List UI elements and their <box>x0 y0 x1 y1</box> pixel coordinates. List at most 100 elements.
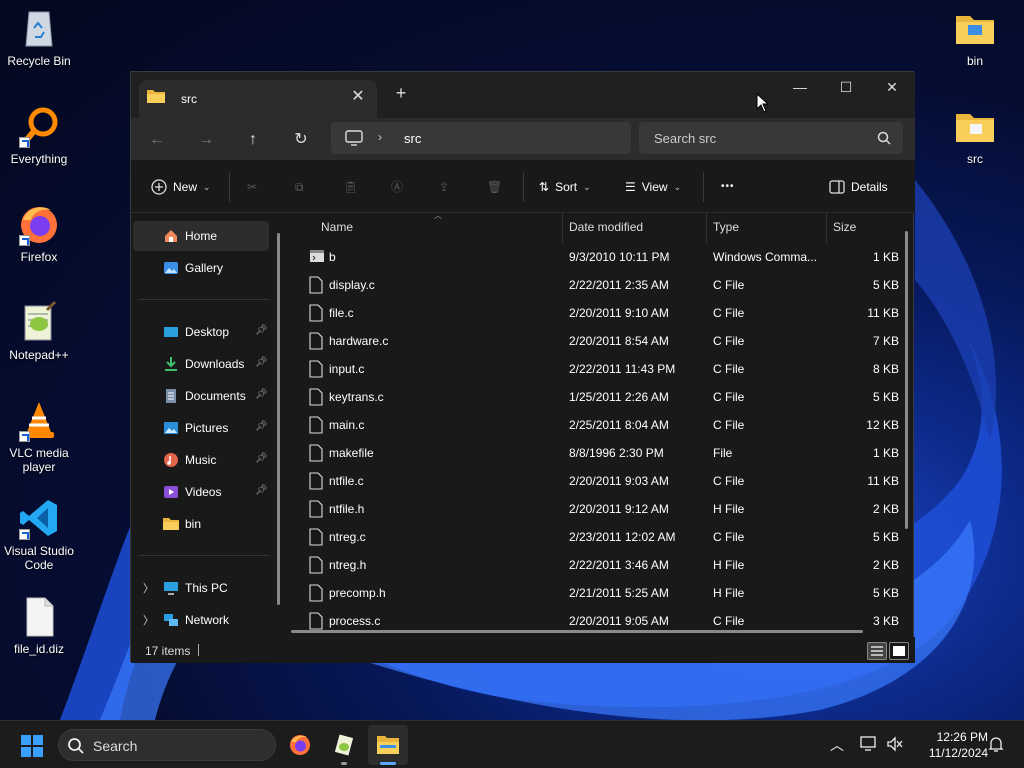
file-row[interactable]: precomp.h 2/21/2011 5:25 AM H File 5 KB <box>289 579 899 607</box>
file-row[interactable]: makefile 8/8/1996 2:30 PM File 1 KB <box>289 439 899 467</box>
desktop-icon-label: Everything <box>10 152 68 166</box>
nav-label: Pictures <box>185 421 229 435</box>
this-pc-icon <box>163 580 179 596</box>
nav-item-desktop[interactable]: Desktop 📌︎ <box>133 317 269 347</box>
more-options-button[interactable]: ••• <box>721 177 735 197</box>
rename-button[interactable]: Ⓐ <box>391 177 403 197</box>
folder-icon <box>953 104 997 148</box>
chevron-right-icon[interactable]: 〉 <box>143 580 154 596</box>
desktop-icon-label: Recycle Bin <box>7 54 71 68</box>
nav-item-music[interactable]: Music 📌︎ <box>133 445 269 475</box>
taskbar-file-explorer[interactable] <box>368 725 408 765</box>
file-name: file.c <box>329 306 354 320</box>
pin-icon[interactable]: 📌︎ <box>255 421 268 432</box>
windows-logo-icon <box>21 735 43 757</box>
nav-label: Network <box>185 613 230 627</box>
column-header-date[interactable]: Date modified <box>569 213 643 243</box>
desktop-icon-vscode[interactable]: Visual Studio Code <box>1 496 77 572</box>
column-header-size[interactable]: Size <box>833 213 856 243</box>
file-row[interactable]: keytrans.c 1/25/2011 2:26 AM C File 5 KB <box>289 383 899 411</box>
nav-item-network[interactable]: 〉 Network <box>133 605 269 635</box>
desktop-icon-src[interactable]: src <box>937 104 1013 166</box>
notification-bell-icon[interactable] <box>988 735 1004 753</box>
pin-icon[interactable]: 📌︎ <box>255 325 268 336</box>
column-header-type[interactable]: Type <box>713 213 739 243</box>
file-row[interactable]: ntreg.h 2/22/2011 3:46 AM H File 2 KB <box>289 551 899 579</box>
file-type: C File <box>713 614 745 628</box>
details-view-button[interactable] <box>867 642 887 660</box>
maximize-button[interactable]: ☐ <box>823 72 869 102</box>
system-clock[interactable]: 12:26 PM 11/12/2024 <box>910 729 988 761</box>
large-icons-view-button[interactable] <box>889 642 909 660</box>
column-header-name[interactable]: Name <box>321 213 353 243</box>
cut-icon: ✂ <box>247 180 258 194</box>
taskbar-search[interactable]: Search <box>58 729 276 761</box>
file-row[interactable]: input.c 2/22/2011 11:43 PM C File 8 KB <box>289 355 899 383</box>
details-pane-button[interactable]: Details <box>829 177 888 197</box>
close-tab-icon[interactable]: ✕ <box>349 88 367 106</box>
file-row[interactable]: ntfile.h 2/20/2011 9:12 AM H File 2 KB <box>289 495 899 523</box>
pin-icon[interactable]: 📌︎ <box>255 357 268 368</box>
share-button[interactable]: ⇪ <box>439 177 449 197</box>
nav-item-bin[interactable]: bin <box>133 509 269 539</box>
nav-item-documents[interactable]: Documents 📌︎ <box>133 381 269 411</box>
taskbar-firefox[interactable] <box>280 725 320 765</box>
file-row[interactable]: ntreg.c 2/23/2011 12:02 AM C File 5 KB <box>289 523 899 551</box>
nav-scrollbar[interactable] <box>277 233 280 605</box>
desktop-icon-notepad-plus-plus[interactable]: Notepad++ <box>1 300 77 362</box>
copy-button[interactable]: ⧉ <box>295 177 304 197</box>
close-window-button[interactable]: ✕ <box>869 72 915 102</box>
file-row[interactable]: file.c 2/20/2011 9:10 AM C File 11 KB <box>289 299 899 327</box>
sort-button[interactable]: ⇅ Sort ⌄ <box>539 177 591 197</box>
start-button[interactable] <box>12 725 52 765</box>
pin-icon[interactable]: 📌︎ <box>255 453 268 464</box>
minimize-button[interactable]: — <box>777 72 823 102</box>
chevron-right-icon[interactable]: › <box>378 130 382 144</box>
nav-label: Documents <box>185 389 246 403</box>
desktop-icon-recycle-bin[interactable]: Recycle Bin <box>1 6 77 68</box>
paste-button[interactable]: 📋︎ <box>343 177 358 197</box>
search-input[interactable]: Search src <box>639 122 903 154</box>
refresh-button[interactable]: ↻ <box>289 128 313 152</box>
new-button[interactable]: New ⌄ <box>151 177 211 197</box>
back-button[interactable]: ← <box>145 128 169 152</box>
nav-item-this-pc[interactable]: 〉 This PC <box>133 573 269 603</box>
horizontal-scrollbar[interactable] <box>291 630 863 633</box>
chevron-right-icon[interactable]: 〉 <box>143 612 154 628</box>
delete-button[interactable]: 🗑︎ <box>487 177 502 197</box>
cut-button[interactable]: ✂ <box>247 177 257 197</box>
new-tab-button[interactable]: + <box>393 84 409 102</box>
vertical-scrollbar[interactable] <box>905 231 908 529</box>
desktop-icon <box>163 324 179 340</box>
network-status-icon[interactable] <box>860 736 878 752</box>
music-icon <box>163 452 179 468</box>
taskbar-notepad-plus-plus[interactable] <box>324 725 364 765</box>
file-row[interactable]: hardware.c 2/20/2011 8:54 AM C File 7 KB <box>289 327 899 355</box>
desktop-icon-bin[interactable]: bin <box>937 6 1013 68</box>
pin-icon[interactable]: 📌︎ <box>255 485 268 496</box>
pin-icon[interactable]: 📌︎ <box>255 389 268 400</box>
view-button[interactable]: ☰ View ⌄ <box>625 177 681 197</box>
up-button[interactable]: ↑ <box>241 128 265 152</box>
chevron-up-icon[interactable]: ︿ <box>830 735 844 755</box>
nav-item-pictures[interactable]: Pictures 📌︎ <box>133 413 269 443</box>
desktop-icon-file-id-diz[interactable]: file_id.diz <box>1 594 77 656</box>
desktop-icon-vlc[interactable]: VLC media player <box>1 398 77 474</box>
nav-item-downloads[interactable]: Downloads 📌︎ <box>133 349 269 379</box>
file-row[interactable]: b 9/3/2010 10:11 PM Windows Comma... 1 KB <box>289 243 899 271</box>
breadcrumb-src[interactable]: src <box>404 131 421 146</box>
chevron-down-icon: ⌄ <box>673 182 682 192</box>
nav-item-gallery[interactable]: Gallery <box>133 253 269 283</box>
forward-button[interactable]: → <box>194 128 218 152</box>
address-field[interactable]: › src <box>331 122 631 154</box>
file-row[interactable]: display.c 2/22/2011 2:35 AM C File 5 KB <box>289 271 899 299</box>
volume-muted-icon[interactable] <box>886 736 904 752</box>
desktop-icon-firefox[interactable]: Firefox <box>1 202 77 264</box>
nav-item-videos[interactable]: Videos 📌︎ <box>133 477 269 507</box>
file-row[interactable]: ntfile.c 2/20/2011 9:03 AM C File 11 KB <box>289 467 899 495</box>
nav-item-home[interactable]: Home <box>133 221 269 251</box>
desktop-icon-everything[interactable]: Everything <box>1 104 77 166</box>
tab-src[interactable]: src ✕ <box>139 80 377 118</box>
file-icon <box>17 594 61 638</box>
file-row[interactable]: main.c 2/25/2011 8:04 AM C File 12 KB <box>289 411 899 439</box>
